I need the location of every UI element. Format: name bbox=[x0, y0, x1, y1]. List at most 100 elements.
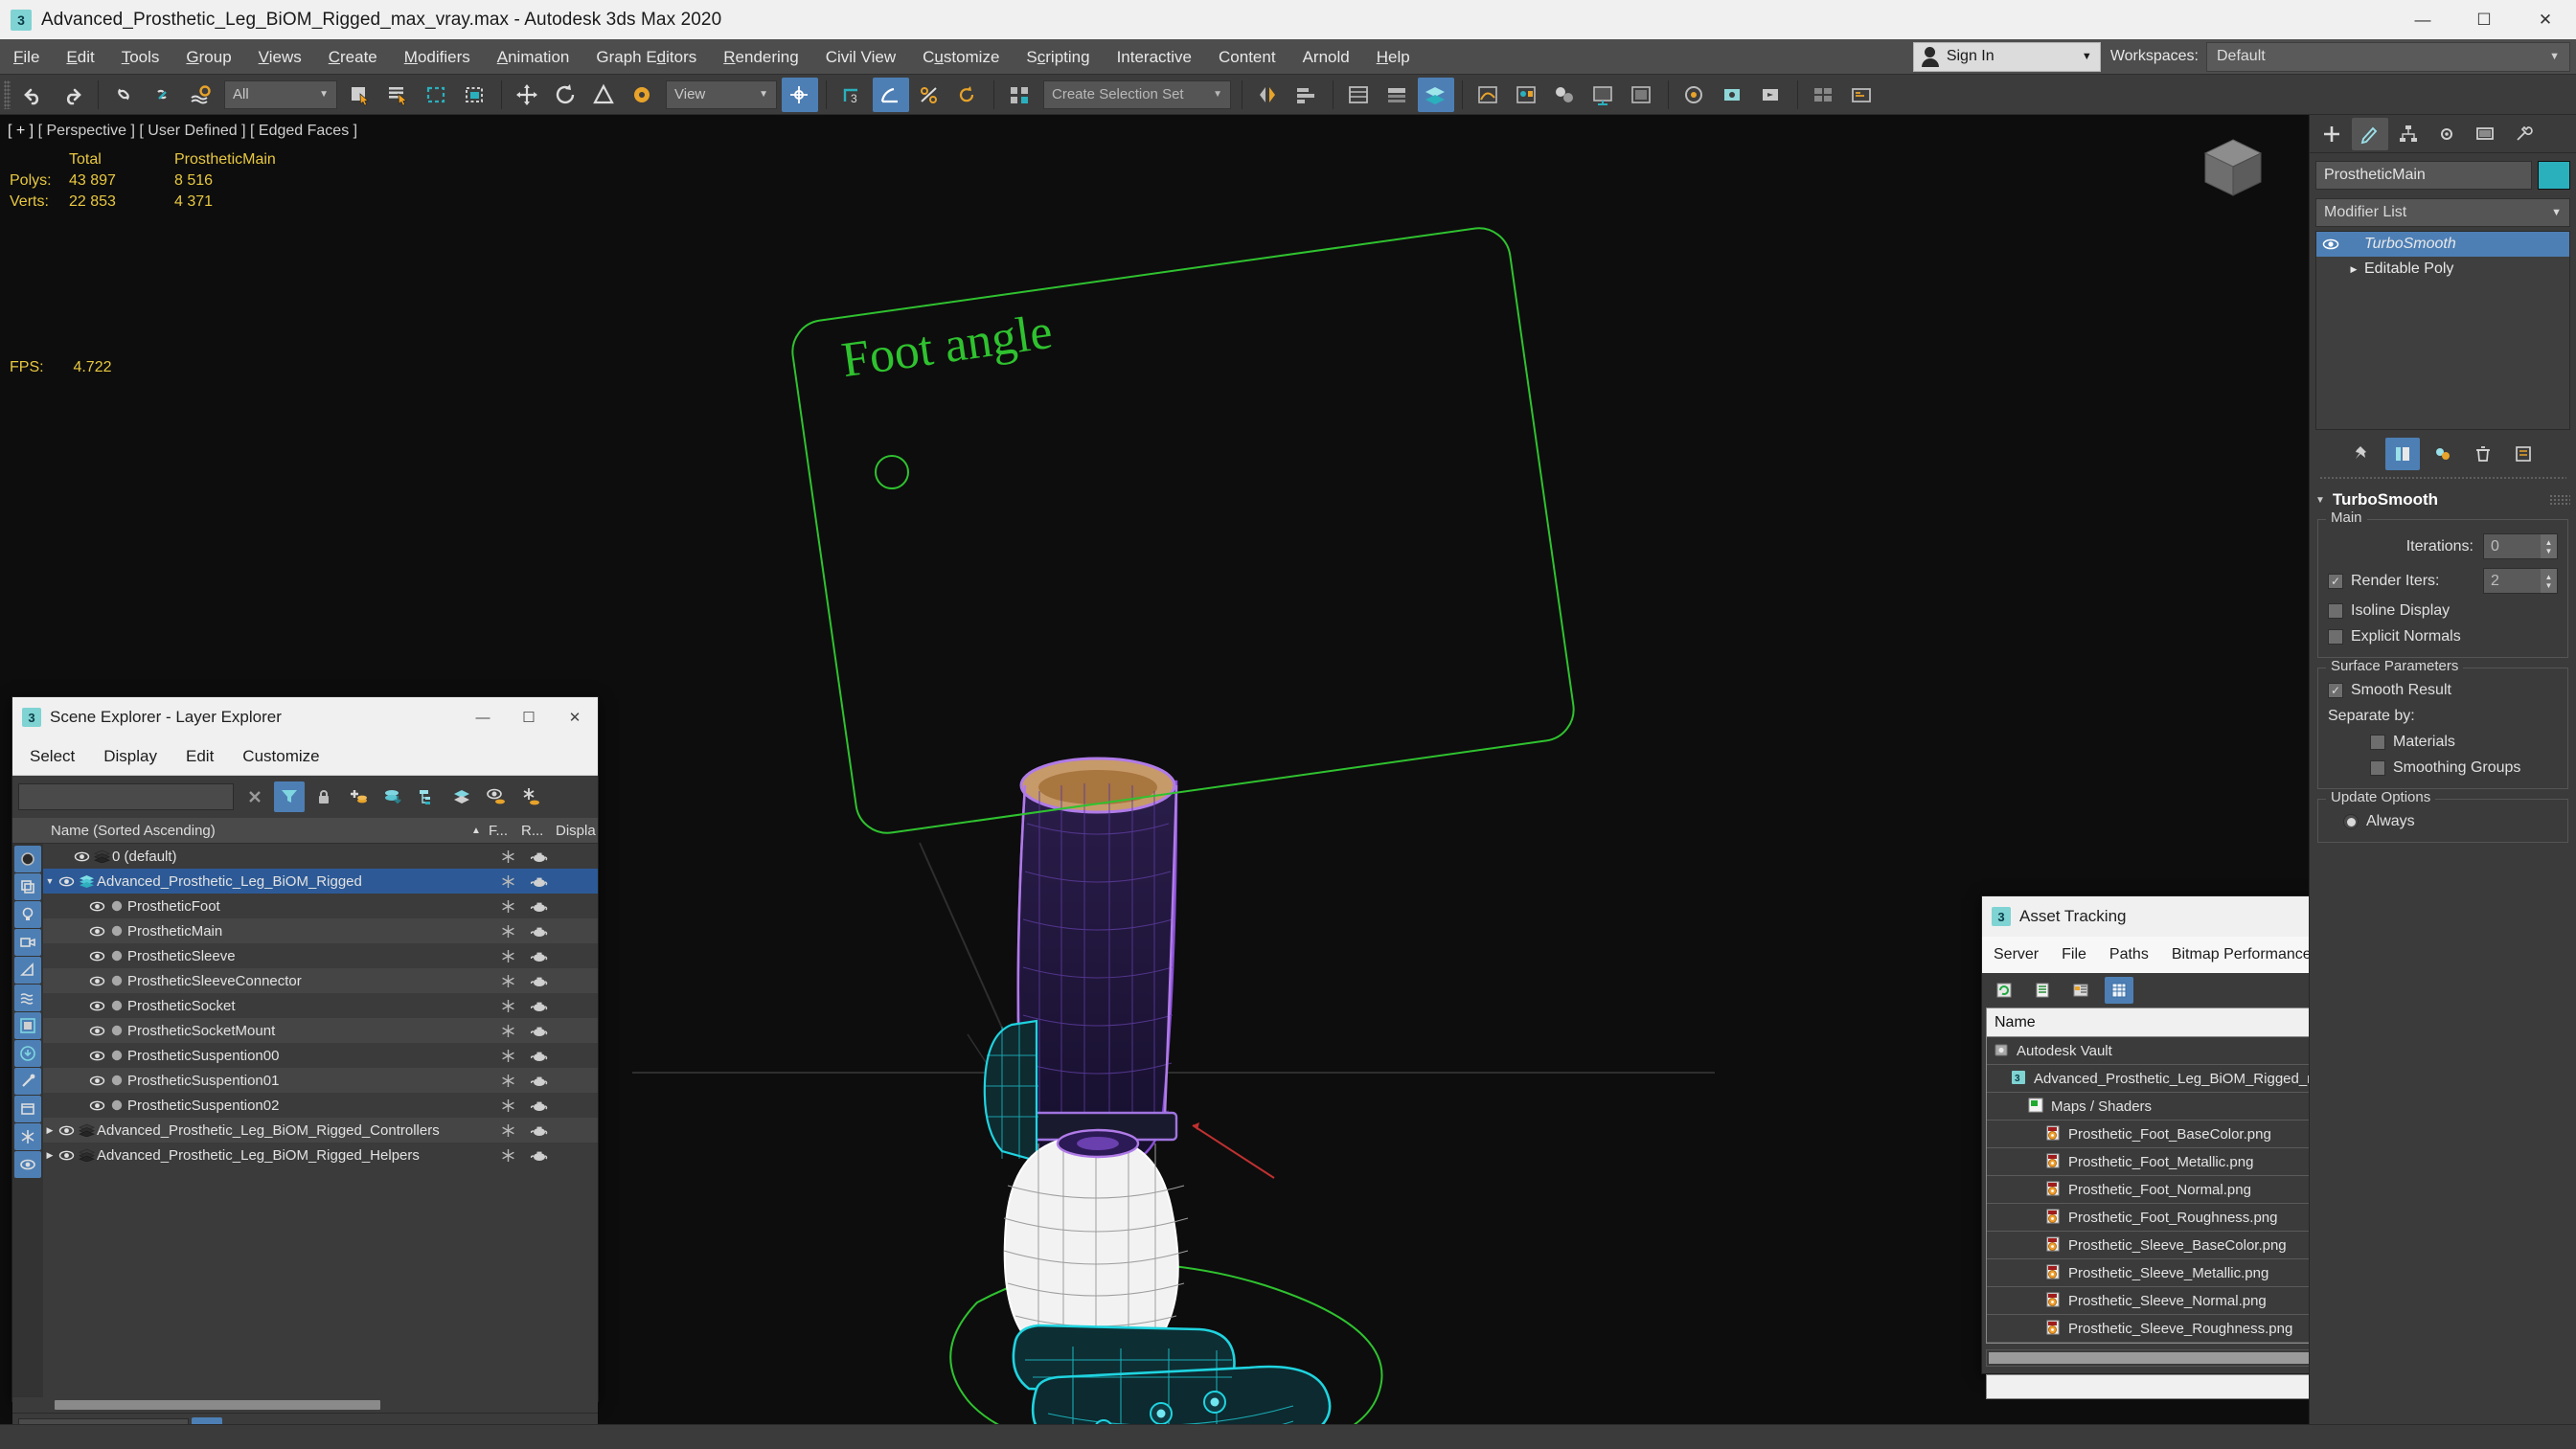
aw-menu-server[interactable]: Server bbox=[1994, 946, 2039, 963]
scene-explorer-search-input[interactable] bbox=[18, 783, 234, 810]
toolbar-grip[interactable] bbox=[4, 79, 11, 109]
se-menu-select[interactable]: Select bbox=[30, 747, 75, 766]
remove-modifier-icon[interactable] bbox=[2466, 438, 2500, 470]
minimize-button[interactable]: — bbox=[2392, 0, 2453, 39]
window-crossing-icon[interactable] bbox=[457, 78, 493, 112]
freeze-icon[interactable] bbox=[492, 874, 523, 889]
menu-rendering[interactable]: Rendering bbox=[710, 39, 811, 75]
smooth-result-row[interactable]: ✓ Smooth Result bbox=[2328, 682, 2558, 699]
path-view-icon[interactable] bbox=[2066, 977, 2095, 1004]
scene-explorer-list[interactable]: 0 (default) ▼ Advanced_Prosthetic_Leg_BiOM… bbox=[43, 844, 598, 1397]
curve-editor-icon[interactable] bbox=[1470, 78, 1507, 112]
add-layer-icon[interactable] bbox=[343, 781, 374, 812]
select-by-name-icon[interactable] bbox=[380, 78, 417, 112]
filter-all-icon[interactable] bbox=[14, 846, 41, 872]
freeze-icon[interactable] bbox=[492, 1074, 523, 1088]
scene-explorer-row[interactable]: ProstheticSocket bbox=[43, 993, 598, 1018]
modifier-stack-item-turbosmooth[interactable]: TurboSmooth bbox=[2316, 232, 2569, 257]
freeze-icon[interactable] bbox=[492, 924, 523, 939]
filter-cameras-icon[interactable] bbox=[14, 929, 41, 956]
table-view-icon[interactable] bbox=[2105, 977, 2133, 1004]
add-to-layer-icon[interactable] bbox=[377, 781, 408, 812]
filter-icon[interactable] bbox=[274, 781, 305, 812]
render-active-view-icon[interactable] bbox=[1753, 78, 1790, 112]
material-editor-icon[interactable] bbox=[1547, 78, 1584, 112]
render-setup-icon[interactable] bbox=[1585, 78, 1622, 112]
scene-explorer-row[interactable]: ProstheticMain bbox=[43, 918, 598, 943]
named-selection-set-combo[interactable]: Create Selection Set ▼ bbox=[1043, 79, 1231, 109]
select-and-link-icon[interactable] bbox=[106, 78, 143, 112]
col-render-header[interactable]: R... bbox=[513, 823, 548, 839]
always-row[interactable]: Always bbox=[2328, 813, 2558, 830]
show-end-result-icon[interactable] bbox=[2385, 438, 2420, 470]
scene-explorer-window[interactable]: 3 Scene Explorer - Layer Explorer — ☐ ✕ … bbox=[11, 696, 599, 1449]
scene-explorer-row[interactable]: ProstheticSocketMount bbox=[43, 1018, 598, 1043]
visibility-eye-icon[interactable] bbox=[87, 1025, 106, 1037]
freeze-icon[interactable] bbox=[492, 1024, 523, 1038]
renderable-icon[interactable] bbox=[523, 1049, 556, 1062]
spinner-arrows-icon[interactable]: ▲ ▼ bbox=[2541, 534, 2557, 558]
redo-icon[interactable] bbox=[54, 78, 90, 112]
scene-explorer-row[interactable]: ▶ Advanced_Prosthetic_Leg_BiOM_Rigged_Con… bbox=[43, 1118, 598, 1143]
list-view-icon[interactable] bbox=[2028, 977, 2057, 1004]
renderable-icon[interactable] bbox=[523, 1123, 556, 1137]
menu-file[interactable]: File bbox=[0, 39, 53, 75]
rendered-frame-window-icon[interactable] bbox=[1624, 78, 1660, 112]
filter-groups-icon[interactable] bbox=[14, 1012, 41, 1039]
make-unique-icon[interactable] bbox=[2426, 438, 2460, 470]
freeze-icon[interactable] bbox=[492, 974, 523, 988]
layers-icon[interactable] bbox=[446, 781, 477, 812]
percent-snap-toggle-icon[interactable] bbox=[911, 78, 947, 112]
render-iters-spinner[interactable]: 2 ▲ ▼ bbox=[2483, 568, 2558, 594]
freeze-icon[interactable] bbox=[492, 1049, 523, 1063]
visibility-eye-icon[interactable] bbox=[87, 1050, 106, 1062]
modifier-stack-item-editable-poly[interactable]: ▶ Editable Poly bbox=[2316, 257, 2569, 282]
filter-geometry-icon[interactable] bbox=[14, 873, 41, 900]
visibility-eye-icon[interactable] bbox=[87, 975, 106, 987]
se-menu-display[interactable]: Display bbox=[103, 747, 157, 766]
col-name-header[interactable]: Name (Sorted Ascending) bbox=[43, 823, 464, 839]
expand-arrow-icon[interactable]: ▼ bbox=[43, 876, 57, 886]
menu-interactive[interactable]: Interactive bbox=[1104, 39, 1205, 75]
view-cube[interactable] bbox=[2198, 134, 2268, 205]
scene-explorer-row[interactable]: ProstheticSuspention00 bbox=[43, 1043, 598, 1068]
scene-explorer-minimize-button[interactable]: — bbox=[460, 697, 506, 737]
open-explorer-icon[interactable] bbox=[1844, 78, 1881, 112]
renderable-icon[interactable] bbox=[523, 1024, 556, 1037]
visibility-eye-icon[interactable] bbox=[72, 850, 91, 863]
bind-to-space-warp-icon[interactable] bbox=[183, 78, 219, 112]
freeze-icon[interactable] bbox=[492, 899, 523, 914]
menu-create[interactable]: Create bbox=[315, 39, 391, 75]
scene-explorer-row[interactable]: ProstheticSleeveConnector bbox=[43, 968, 598, 993]
scene-explorer-row[interactable]: 0 (default) bbox=[43, 844, 598, 869]
schematic-view-icon[interactable] bbox=[1509, 78, 1545, 112]
modifier-list-combo[interactable]: Modifier List ▼ bbox=[2315, 198, 2570, 227]
expand-arrow-icon[interactable]: ▶ bbox=[43, 1150, 57, 1161]
menu-civil-view[interactable]: Civil View bbox=[812, 39, 909, 75]
spinner-arrows-icon[interactable]: ▲ ▼ bbox=[2541, 569, 2557, 593]
project-folder-icon[interactable] bbox=[1806, 78, 1842, 112]
sign-in-button[interactable]: Sign In ▼ bbox=[1912, 41, 2101, 72]
toggle-layer-explorer-icon[interactable] bbox=[1379, 78, 1416, 112]
visibility-eye-icon[interactable] bbox=[57, 1149, 76, 1162]
tab-display[interactable] bbox=[2467, 118, 2503, 150]
col-display-header[interactable]: Displa bbox=[548, 823, 598, 839]
select-and-move-icon[interactable] bbox=[510, 78, 546, 112]
menu-tools[interactable]: Tools bbox=[108, 39, 173, 75]
filter-bones-icon[interactable] bbox=[14, 1068, 41, 1095]
menu-scripting[interactable]: Scripting bbox=[1013, 39, 1103, 75]
rectangular-selection-region-icon[interactable] bbox=[419, 78, 455, 112]
toggle-layer-manager-icon[interactable] bbox=[1418, 77, 1454, 112]
selection-filter-combo[interactable]: All ▼ bbox=[224, 79, 337, 109]
materials-checkbox[interactable] bbox=[2370, 735, 2385, 750]
menu-modifiers[interactable]: Modifiers bbox=[391, 39, 484, 75]
use-pivot-point-center-icon[interactable] bbox=[782, 77, 818, 112]
scene-explorer-row[interactable]: ProstheticSleeve bbox=[43, 943, 598, 968]
smoothing-groups-row[interactable]: Smoothing Groups bbox=[2328, 759, 2558, 777]
renderable-icon[interactable] bbox=[523, 1148, 556, 1162]
viewport-label[interactable]: [ + ] [ Perspective ] [ User Defined ] [… bbox=[8, 123, 357, 140]
object-color-swatch[interactable] bbox=[2538, 161, 2570, 190]
se-menu-edit[interactable]: Edit bbox=[186, 747, 214, 766]
clear-search-icon[interactable] bbox=[239, 781, 270, 812]
hide-unhide-icon[interactable] bbox=[481, 781, 512, 812]
